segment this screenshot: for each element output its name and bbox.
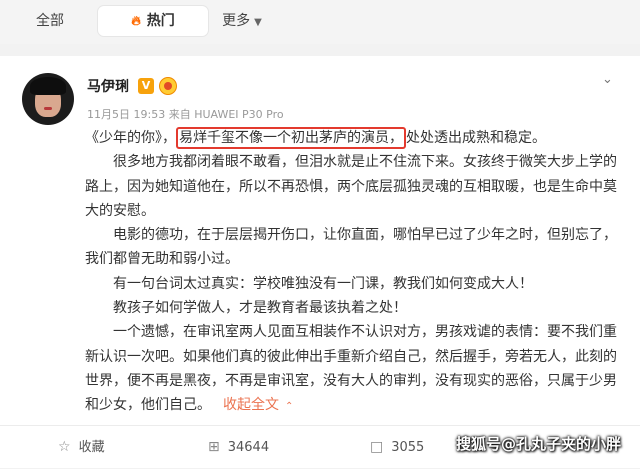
- author-name[interactable]: 马伊琍: [87, 76, 129, 96]
- avatar[interactable]: [22, 73, 74, 125]
- collapse-text-label: 收起全文: [223, 397, 279, 414]
- repost-count: 34644: [227, 440, 270, 455]
- favorite-label: 收藏: [78, 440, 105, 455]
- repost-icon: ⊞: [208, 439, 220, 455]
- highlighted-sentence: 易烊千玺不像一个初出茅庐的演员，: [176, 127, 406, 149]
- fire-icon: 🔥︎: [131, 14, 141, 29]
- watermark: 搜狐号@孔丸子夹的小胖: [456, 435, 622, 453]
- post-paragraph-2: 很多地方我都闭着眼不敢看，但泪水就是止不住流下来。女孩终于微笑大步上学的路上，因…: [85, 154, 617, 219]
- tab-hot[interactable]: 🔥︎ 热门: [98, 6, 208, 36]
- tab-more[interactable]: 更多 ▼: [212, 6, 272, 36]
- comment-count: 3055: [391, 440, 425, 455]
- favorite-button[interactable]: ☆ 收藏: [58, 426, 105, 468]
- tab-more-label: 更多: [222, 13, 251, 29]
- post-paragraph-1: 《少年的你》， 易烊千玺不像一个初出茅庐的演员， 处处透出成熟和稳定。: [85, 126, 625, 150]
- post-menu-chevron-icon[interactable]: ⌄: [602, 72, 613, 87]
- post-action-bar: ☆ 收藏 ⊞ 34644 □ 3055 搜狐号@孔丸子夹的小胖: [0, 425, 640, 468]
- top-tab-bar: 全部 🔥︎ 热门 更多 ▼: [0, 0, 640, 44]
- star-icon: ☆: [58, 439, 71, 455]
- tab-all[interactable]: 全部: [20, 6, 80, 36]
- chevron-down-icon: ▼: [254, 17, 262, 28]
- collapse-text-link[interactable]: 收起全文 ⌃: [223, 397, 293, 413]
- post-text: 处处透出成熟和稳定。: [406, 130, 546, 146]
- comment-button[interactable]: □ 3055: [370, 426, 424, 468]
- post-paragraph-3: 电影的德功，在于层层揭开伤口，让你直面，哪怕早已过了少年之时，但别忘了，我们都曾…: [85, 227, 617, 268]
- post-date: 11月5日 19:53: [87, 108, 166, 121]
- member-badge-icon: [159, 77, 177, 95]
- post-paragraph-6: 一个遗憾，在审讯室两人见面互相装作不认识对方，男孩戏谑的表情：要不我们重新认识一…: [85, 320, 625, 419]
- post-text: 《少年的你》，: [85, 130, 176, 146]
- post-text: 一个遗憾，在审讯室两人见面互相装作不认识对方，男孩戏谑的表情：要不我们重新认识一…: [85, 324, 617, 414]
- verified-badge-icon: V: [138, 78, 154, 94]
- tab-hot-label: 热门: [146, 13, 175, 29]
- post-paragraph-4: 有一句台词太过真实：学校唯独没有一门课，教我们如何变成大人！: [113, 275, 533, 292]
- weibo-post-card: 马伊琍 V ⌄ 11月5日 19:53 来自 HUAWEI P30 Pro 《少…: [0, 56, 640, 468]
- post-meta: 11月5日 19:53 来自 HUAWEI P30 Pro: [87, 106, 284, 122]
- post-body: 《少年的你》， 易烊千玺不像一个初出茅庐的演员， 处处透出成熟和稳定。 很多地方我都…: [85, 126, 625, 420]
- post-source: 来自 HUAWEI P30 Pro: [168, 108, 284, 121]
- post-paragraph-5: 教孩子如何学做人，才是教育者最该执着之处！: [113, 300, 407, 317]
- comment-icon: □: [370, 439, 384, 455]
- repost-button[interactable]: ⊞ 34644: [208, 426, 269, 468]
- chevron-up-icon: ⌃: [285, 401, 294, 413]
